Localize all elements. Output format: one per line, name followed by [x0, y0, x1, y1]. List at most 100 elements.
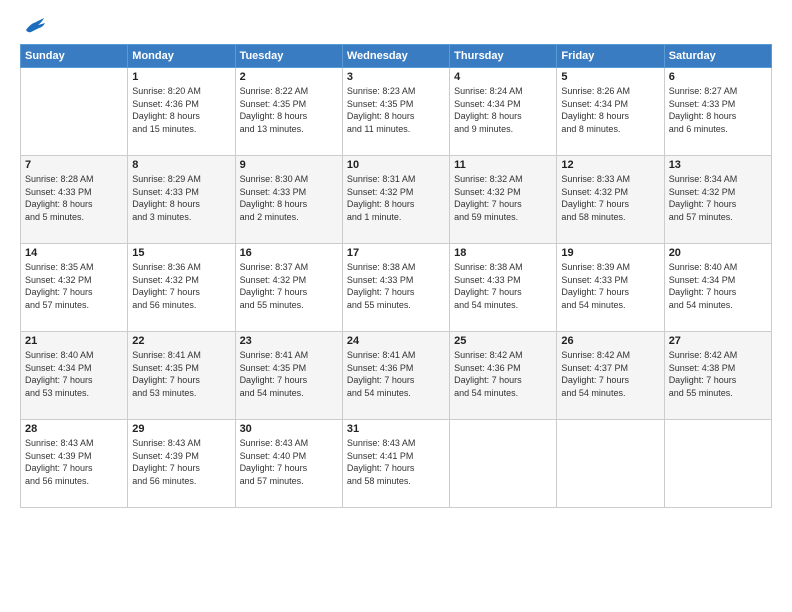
day-info: Sunrise: 8:42 AMSunset: 4:37 PMDaylight:…	[561, 349, 659, 399]
calendar-cell: 26 Sunrise: 8:42 AMSunset: 4:37 PMDayligh…	[557, 332, 664, 420]
calendar-cell: 4Sunrise: 8:24 AMSunset: 4:34 PMDaylight…	[450, 68, 557, 156]
calendar-cell: 1Sunrise: 8:20 AMSunset: 4:36 PMDaylight…	[128, 68, 235, 156]
calendar-cell: 17Sunrise: 8:38 AMSunset: 4:33 PMDayligh…	[342, 244, 449, 332]
day-number: 24	[347, 335, 445, 347]
day-number: 26	[561, 335, 659, 347]
day-number: 15	[132, 247, 230, 259]
calendar-cell: 29 Sunrise: 8:43 AMSunset: 4:39 PMDayligh…	[128, 420, 235, 508]
calendar-cell: 18 Sunrise: 8:38 AMSunset: 4:33 PMDayligh…	[450, 244, 557, 332]
calendar-cell: 5 Sunrise: 8:26 AMSunset: 4:34 PMDaylight…	[557, 68, 664, 156]
calendar-cell: 3Sunrise: 8:23 AMSunset: 4:35 PMDaylight…	[342, 68, 449, 156]
calendar-cell: 27 Sunrise: 8:42 AMSunset: 4:38 PMDayligh…	[664, 332, 771, 420]
day-number: 31	[347, 423, 445, 435]
day-info: Sunrise: 8:43 AMSunset: 4:39 PMDaylight:…	[132, 437, 230, 487]
day-number: 16	[240, 247, 338, 259]
day-info: Sunrise: 8:31 AMSunset: 4:32 PMDaylight:…	[347, 173, 445, 223]
day-number: 3	[347, 71, 445, 83]
day-info: Sunrise: 8:39 AMSunset: 4:33 PMDaylight:…	[561, 261, 659, 311]
calendar-week-3: 14 Sunrise: 8:35 AMSunset: 4:32 PMDayligh…	[21, 244, 772, 332]
calendar-cell: 7Sunrise: 8:28 AMSunset: 4:33 PMDaylight…	[21, 156, 128, 244]
calendar-cell: 13 Sunrise: 8:34 AMSunset: 4:32 PMDayligh…	[664, 156, 771, 244]
logo	[20, 16, 48, 34]
weekday-header-row: SundayMondayTuesdayWednesdayThursdayFrid…	[21, 45, 772, 68]
day-number: 27	[669, 335, 767, 347]
calendar-cell: 16Sunrise: 8:37 AMSunset: 4:32 PMDayligh…	[235, 244, 342, 332]
day-number: 28	[25, 423, 123, 435]
weekday-header-monday: Monday	[128, 45, 235, 68]
day-number: 25	[454, 335, 552, 347]
day-info: Sunrise: 8:40 AMSunset: 4:34 PMDaylight:…	[25, 349, 123, 399]
calendar-cell: 21 Sunrise: 8:40 AMSunset: 4:34 PMDayligh…	[21, 332, 128, 420]
calendar-cell: 24Sunrise: 8:41 AMSunset: 4:36 PMDayligh…	[342, 332, 449, 420]
day-info: Sunrise: 8:36 AMSunset: 4:32 PMDaylight:…	[132, 261, 230, 311]
weekday-header-wednesday: Wednesday	[342, 45, 449, 68]
day-number: 29	[132, 423, 230, 435]
day-number: 11	[454, 159, 552, 171]
day-number: 30	[240, 423, 338, 435]
day-number: 14	[25, 247, 123, 259]
day-number: 20	[669, 247, 767, 259]
weekday-header-friday: Friday	[557, 45, 664, 68]
day-number: 12	[561, 159, 659, 171]
day-info: Sunrise: 8:26 AMSunset: 4:34 PMDaylight:…	[561, 85, 659, 135]
day-number: 23	[240, 335, 338, 347]
day-number: 18	[454, 247, 552, 259]
day-info: Sunrise: 8:41 AMSunset: 4:35 PMDaylight:…	[132, 349, 230, 399]
calendar-cell	[664, 420, 771, 508]
calendar-cell: 28Sunrise: 8:43 AMSunset: 4:39 PMDayligh…	[21, 420, 128, 508]
day-info: Sunrise: 8:22 AMSunset: 4:35 PMDaylight:…	[240, 85, 338, 135]
day-info: Sunrise: 8:38 AMSunset: 4:33 PMDaylight:…	[454, 261, 552, 311]
day-number: 19	[561, 247, 659, 259]
day-number: 13	[669, 159, 767, 171]
page: SundayMondayTuesdayWednesdayThursdayFrid…	[0, 0, 792, 612]
calendar-week-4: 21 Sunrise: 8:40 AMSunset: 4:34 PMDayligh…	[21, 332, 772, 420]
day-info: Sunrise: 8:42 AMSunset: 4:38 PMDaylight:…	[669, 349, 767, 399]
calendar-cell: 2 Sunrise: 8:22 AMSunset: 4:35 PMDaylight…	[235, 68, 342, 156]
day-number: 8	[132, 159, 230, 171]
day-info: Sunrise: 8:43 AMSunset: 4:40 PMDaylight:…	[240, 437, 338, 487]
calendar-week-2: 7Sunrise: 8:28 AMSunset: 4:33 PMDaylight…	[21, 156, 772, 244]
day-number: 7	[25, 159, 123, 171]
calendar-cell	[557, 420, 664, 508]
day-number: 9	[240, 159, 338, 171]
weekday-header-thursday: Thursday	[450, 45, 557, 68]
day-info: Sunrise: 8:30 AMSunset: 4:33 PMDaylight:…	[240, 173, 338, 223]
calendar-week-1: 1Sunrise: 8:20 AMSunset: 4:36 PMDaylight…	[21, 68, 772, 156]
calendar-cell: 12 Sunrise: 8:33 AMSunset: 4:32 PMDayligh…	[557, 156, 664, 244]
calendar-cell	[450, 420, 557, 508]
day-info: Sunrise: 8:27 AMSunset: 4:33 PMDaylight:…	[669, 85, 767, 135]
day-number: 2	[240, 71, 338, 83]
day-number: 5	[561, 71, 659, 83]
logo-bird-icon	[24, 16, 46, 34]
day-info: Sunrise: 8:35 AMSunset: 4:32 PMDaylight:…	[25, 261, 123, 311]
day-info: Sunrise: 8:32 AMSunset: 4:32 PMDaylight:…	[454, 173, 552, 223]
day-number: 10	[347, 159, 445, 171]
day-info: Sunrise: 8:29 AMSunset: 4:33 PMDaylight:…	[132, 173, 230, 223]
day-info: Sunrise: 8:42 AMSunset: 4:36 PMDaylight:…	[454, 349, 552, 399]
calendar-table: SundayMondayTuesdayWednesdayThursdayFrid…	[20, 44, 772, 508]
calendar-cell: 11 Sunrise: 8:32 AMSunset: 4:32 PMDayligh…	[450, 156, 557, 244]
day-info: Sunrise: 8:40 AMSunset: 4:34 PMDaylight:…	[669, 261, 767, 311]
weekday-header-saturday: Saturday	[664, 45, 771, 68]
day-number: 4	[454, 71, 552, 83]
calendar-cell: 9 Sunrise: 8:30 AMSunset: 4:33 PMDaylight…	[235, 156, 342, 244]
calendar-cell: 23Sunrise: 8:41 AMSunset: 4:35 PMDayligh…	[235, 332, 342, 420]
day-number: 22	[132, 335, 230, 347]
calendar-cell: 10 Sunrise: 8:31 AMSunset: 4:32 PMDayligh…	[342, 156, 449, 244]
day-number: 6	[669, 71, 767, 83]
weekday-header-sunday: Sunday	[21, 45, 128, 68]
calendar-cell: 8 Sunrise: 8:29 AMSunset: 4:33 PMDaylight…	[128, 156, 235, 244]
day-number: 21	[25, 335, 123, 347]
day-info: Sunrise: 8:34 AMSunset: 4:32 PMDaylight:…	[669, 173, 767, 223]
day-number: 17	[347, 247, 445, 259]
day-info: Sunrise: 8:20 AMSunset: 4:36 PMDaylight:…	[132, 85, 230, 135]
calendar-cell: 30 Sunrise: 8:43 AMSunset: 4:40 PMDayligh…	[235, 420, 342, 508]
calendar-cell: 20 Sunrise: 8:40 AMSunset: 4:34 PMDayligh…	[664, 244, 771, 332]
calendar-cell: 6 Sunrise: 8:27 AMSunset: 4:33 PMDaylight…	[664, 68, 771, 156]
day-info: Sunrise: 8:33 AMSunset: 4:32 PMDaylight:…	[561, 173, 659, 223]
calendar-week-5: 28 Sunrise: 8:43 AMSunset: 4:39 PMDayligh…	[21, 420, 772, 508]
weekday-header-tuesday: Tuesday	[235, 45, 342, 68]
calendar-cell: 25 Sunrise: 8:42 AMSunset: 4:36 PMDayligh…	[450, 332, 557, 420]
calendar-cell: 15 Sunrise: 8:36 AMSunset: 4:32 PMDayligh…	[128, 244, 235, 332]
calendar-cell: 31Sunrise: 8:43 AMSunset: 4:41 PMDayligh…	[342, 420, 449, 508]
